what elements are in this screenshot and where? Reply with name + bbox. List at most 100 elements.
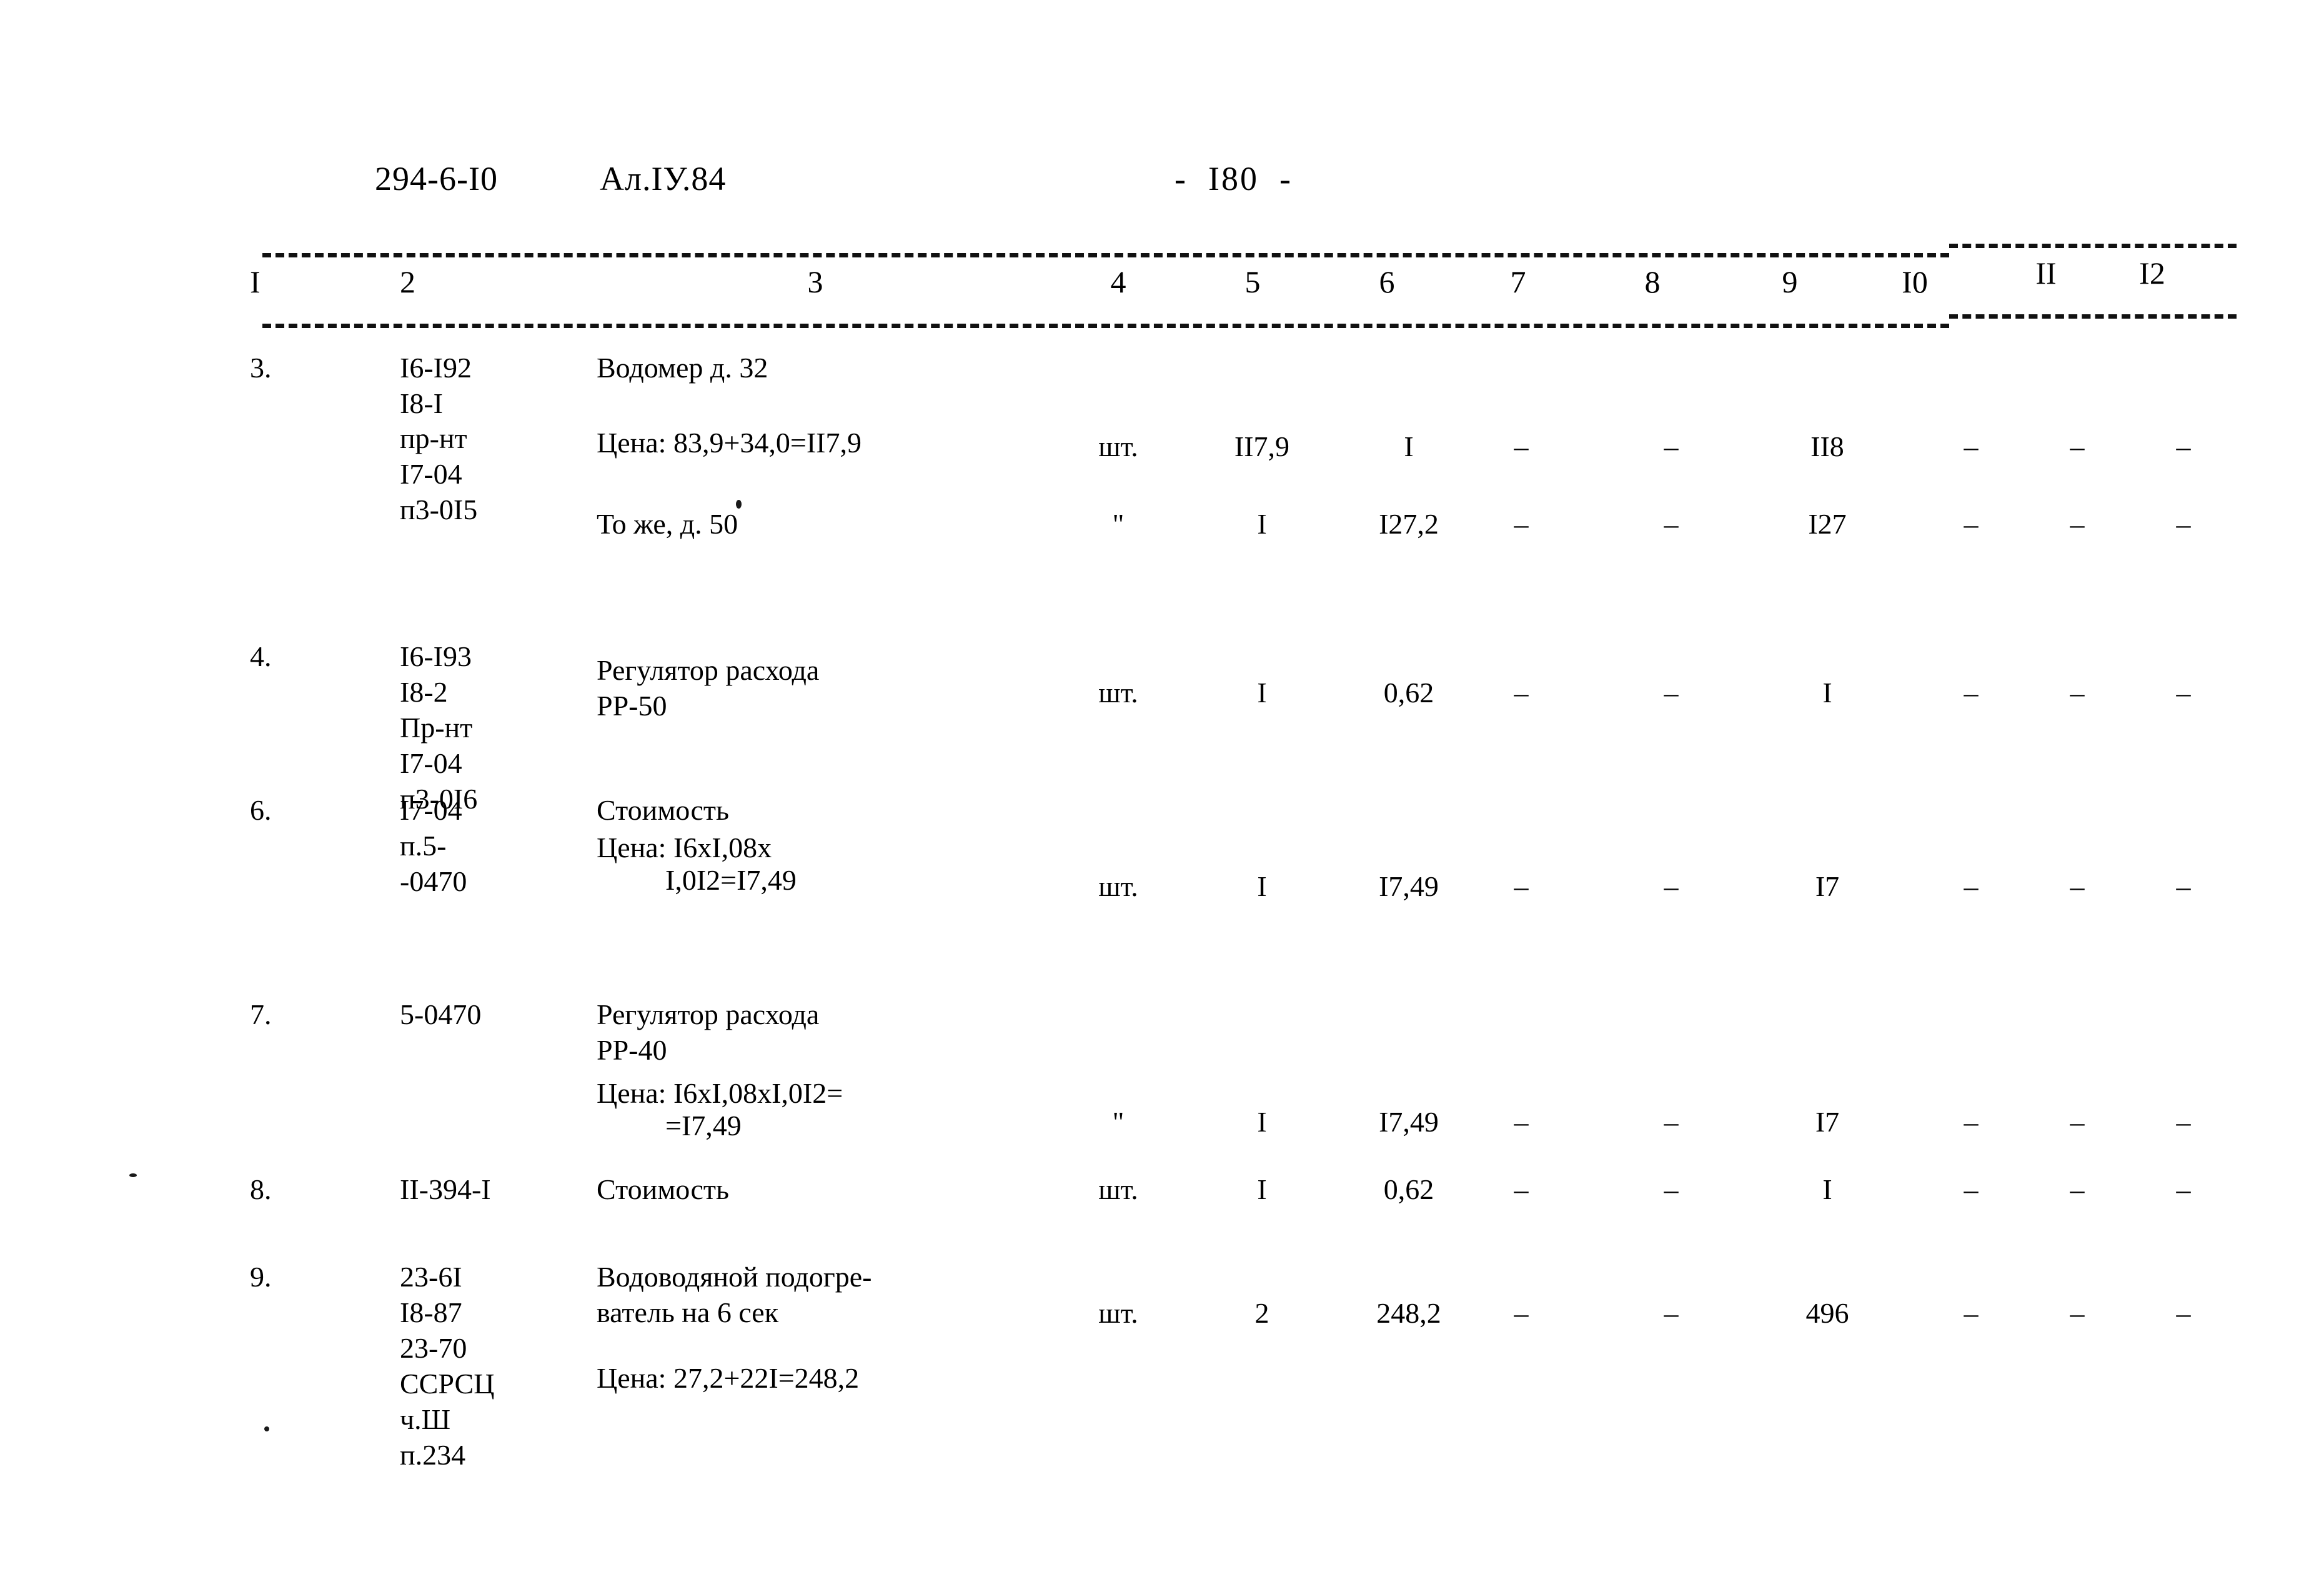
row-col8: –: [1664, 870, 1679, 902]
row-col9: I7: [1815, 1106, 1840, 1138]
table-rule-top-right: [1949, 244, 2237, 248]
row-number: 9.: [250, 1261, 272, 1293]
row-price-formula: Цена: 83,9+34,0=II7,9: [597, 427, 862, 459]
column-header-12: I2: [2139, 256, 2165, 291]
row-code: I6-I92 I8-I: [400, 352, 472, 419]
row-unit: шт.: [1098, 1297, 1138, 1329]
row-col11: –: [2070, 1106, 2085, 1138]
row-col11: –: [2070, 677, 2085, 709]
row-col7: –: [1514, 677, 1529, 709]
row-col8: –: [1664, 677, 1679, 709]
row-code: 23-6I I8-87 23-70 ССРСЦ ч.Ш п.234: [400, 1261, 495, 1471]
row-description: Водоводяной подогре- ватель на 6 сек: [597, 1261, 872, 1328]
row-col10: –: [1964, 1106, 1979, 1138]
column-header-4: 4: [1110, 264, 1126, 299]
row-col12: –: [2176, 1106, 2191, 1138]
row-col12: –: [2176, 1297, 2191, 1329]
row-unit: шт.: [1098, 430, 1138, 462]
row-col8: –: [1664, 1297, 1679, 1329]
column-header-9: 9: [1782, 264, 1798, 299]
row-col7: –: [1514, 1106, 1529, 1138]
row-number: 6.: [250, 794, 272, 826]
row-col10: –: [1964, 430, 1979, 462]
row-price-formula: Цена: I6xI,08x: [597, 832, 772, 863]
table-rule-top-left: [262, 253, 1949, 257]
row-description: Стоимость: [597, 1173, 729, 1205]
row-description: Водомер д. 32: [597, 352, 768, 384]
row-col5: I: [1257, 1173, 1267, 1205]
row-col9: I7: [1815, 870, 1840, 902]
scan-speck: [264, 1426, 269, 1431]
row-col7: –: [1514, 1297, 1529, 1329]
row-col12: –: [2176, 870, 2191, 902]
column-header-11: II: [2035, 256, 2057, 291]
row-col11: –: [2070, 1297, 2085, 1329]
row-col9: I: [1822, 677, 1832, 709]
row-description: Регулятор расхода РР-50: [597, 654, 820, 722]
row-col5: I: [1257, 870, 1267, 902]
row-col11: –: [2070, 1173, 2085, 1205]
row-col7: –: [1514, 1173, 1529, 1205]
row-col12: –: [2176, 677, 2191, 709]
row-col8: –: [1664, 430, 1679, 462]
scanned-page: 294-6-I0 Ал.IУ.84 - I80 - I 2 3 4 5 6 7 …: [0, 0, 2324, 1587]
row-code: I7-04 п.5- -0470: [400, 794, 467, 897]
page-number: - I80 -: [1174, 160, 1293, 197]
row-unit: шт.: [1098, 1173, 1138, 1205]
row-code: I6-I93 I8-2 Пр-нт I7-04 п3-0I6: [400, 640, 478, 815]
row-col9: I27: [1808, 508, 1847, 540]
column-header-5: 5: [1244, 264, 1261, 299]
row-description: То же, д. 50: [597, 508, 738, 540]
row-price-formula: Цена: 27,2+22I=248,2: [597, 1362, 860, 1394]
row-col9: II8: [1810, 430, 1844, 462]
scan-speck: [736, 500, 742, 509]
row-number: 8.: [250, 1173, 272, 1205]
column-header-8: 8: [1644, 264, 1661, 299]
row-description: Стоимость: [597, 794, 729, 826]
row-col7: –: [1514, 430, 1529, 462]
row-unit: ": [1112, 1106, 1125, 1138]
row-unit: ": [1112, 508, 1125, 540]
column-header-1: I: [250, 264, 261, 299]
row-col10: –: [1964, 870, 1979, 902]
row-number: 3.: [250, 352, 272, 384]
row-col10: –: [1964, 1297, 1979, 1329]
row-col12: –: [2176, 430, 2191, 462]
row-col6: I7,49: [1379, 870, 1439, 902]
row-col10: –: [1964, 508, 1979, 540]
row-price-formula-cont: I,0I2=I7,49: [665, 864, 797, 896]
column-header-10: I0: [1902, 264, 1928, 299]
scan-speck: [129, 1173, 137, 1177]
row-unit: шт.: [1098, 870, 1138, 902]
row-col6: 248,2: [1376, 1297, 1441, 1329]
row-col10: –: [1964, 677, 1979, 709]
row-col8: –: [1664, 1106, 1679, 1138]
row-description: Регулятор расхода РР-40: [597, 998, 820, 1066]
row-col6: I: [1404, 430, 1414, 462]
row-code: II-394-I: [400, 1173, 491, 1205]
column-header-2: 2: [400, 264, 415, 299]
row-col5: I: [1257, 1106, 1267, 1138]
row-price-formula-cont: =I7,49: [665, 1110, 742, 1142]
column-header-6: 6: [1379, 264, 1395, 299]
album-reference: Ал.IУ.84: [600, 160, 727, 197]
row-col7: –: [1514, 508, 1529, 540]
row-col5: 2: [1254, 1297, 1269, 1329]
table-rule-bottom-left: [262, 324, 1949, 328]
row-col8: –: [1664, 508, 1679, 540]
row-price-formula: Цена: I6xI,08xI,0I2=: [597, 1077, 843, 1109]
row-col9: I: [1822, 1173, 1832, 1205]
page-header: 294-6-I0 Ал.IУ.84 - I80 -: [0, 159, 2324, 203]
row-col5: I: [1257, 508, 1267, 540]
row-col7: –: [1514, 870, 1529, 902]
row-code-secondary: пр-нт I7-04 п3-0I5: [400, 422, 478, 525]
row-col10: –: [1964, 1173, 1979, 1205]
document-code: 294-6-I0: [375, 160, 498, 197]
row-col12: –: [2176, 1173, 2191, 1205]
row-col9: 496: [1805, 1297, 1849, 1329]
row-col5: I: [1257, 677, 1267, 709]
row-number: 4.: [250, 640, 272, 672]
row-code: 5-0470: [400, 998, 482, 1030]
row-col11: –: [2070, 430, 2085, 462]
row-col11: –: [2070, 508, 2085, 540]
